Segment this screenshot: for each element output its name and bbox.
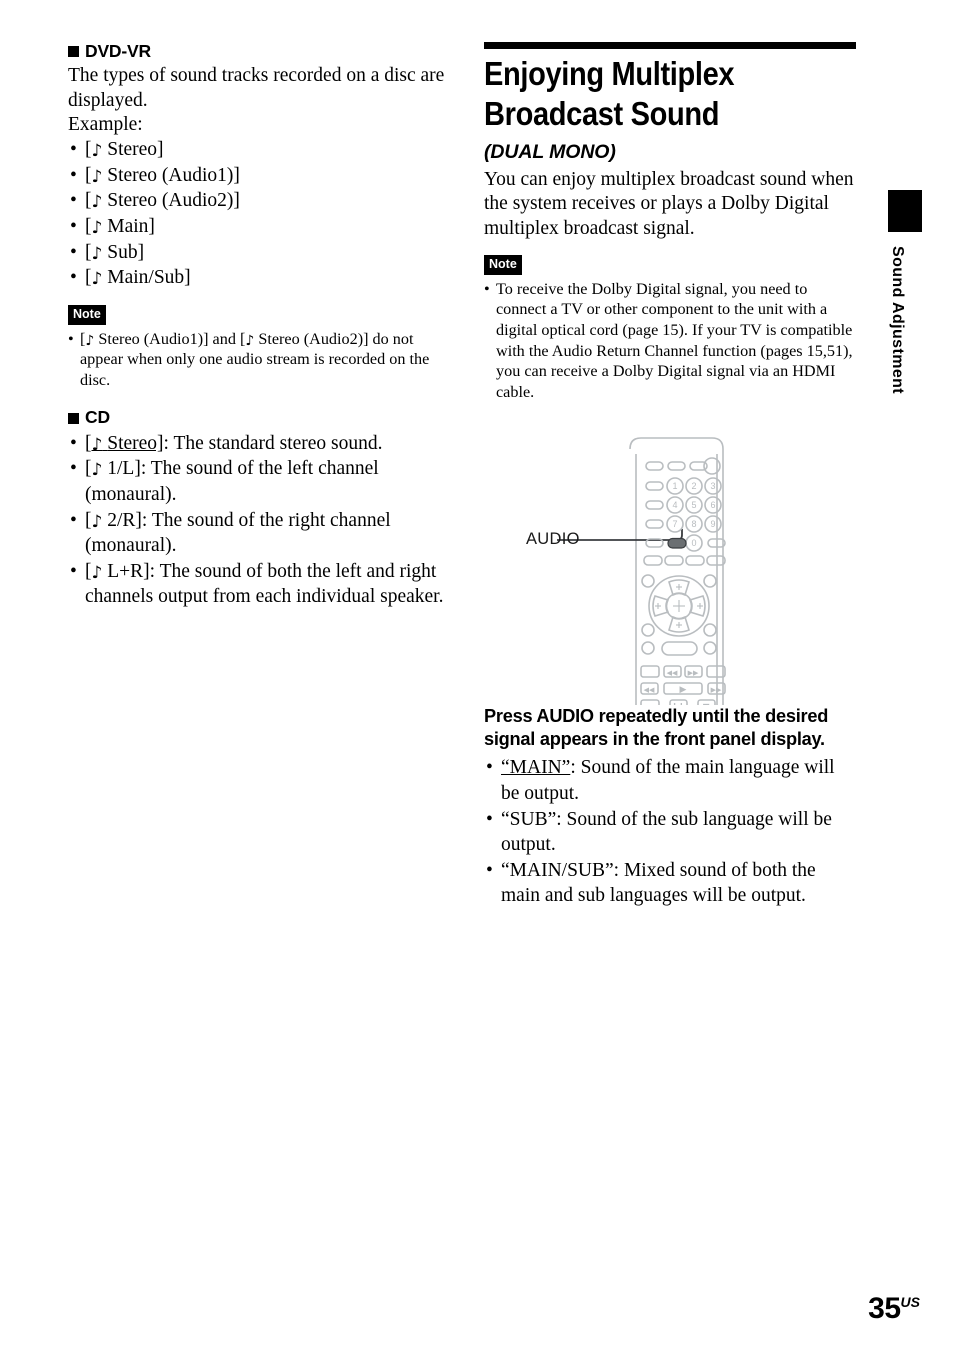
list-item: [♪ Stereo (Audio2)] (68, 188, 450, 214)
list-item: [♪ Stereo] (68, 137, 450, 163)
instruction-options-list: “MAIN”: Sound of the main language will … (484, 755, 856, 909)
list-item-term: “MAIN/SUB” (501, 859, 614, 881)
list-item: [♪ Stereo (Audio1)] and [♪ Stereo (Audio… (68, 329, 450, 391)
cd-sound-track-list: [♪ Stereo]: The standard stereo sound. [… (68, 431, 450, 610)
music-note-icon: ♪ (91, 192, 103, 213)
audio-callout-label: AUDIO (526, 530, 580, 549)
svg-text:0: 0 (691, 538, 696, 548)
right-note-list: To receive the Dolby Digital signal, you… (484, 279, 856, 403)
list-item: “MAIN/SUB”: Mixed sound of both the main… (484, 858, 856, 909)
note-badge: Note (68, 304, 106, 325)
list-item-label: Stereo (Audio1)] (107, 164, 240, 186)
music-note-icon: ♪ (245, 332, 255, 349)
svg-text:▶▶: ▶▶ (688, 669, 699, 677)
list-item-label: Main/Sub] (107, 267, 191, 289)
list-item-label: Main] (107, 215, 155, 237)
music-note-icon: ♪ (91, 166, 103, 187)
instruction-heading: Press AUDIO repeatedly until the desired… (484, 706, 829, 750)
list-item: [♪ 2/R]: The sound of the right channel … (68, 508, 450, 559)
music-note-icon: ♪ (91, 141, 103, 162)
list-item: [♪ Main] (68, 214, 450, 240)
dvdvr-note-list: [♪ Stereo (Audio1)] and [♪ Stereo (Audio… (68, 329, 450, 391)
svg-text:◀◀: ◀◀ (644, 686, 655, 694)
page-number-value: 35 (868, 1292, 901, 1325)
side-tab-marker (888, 190, 922, 232)
music-note-icon: ♪ (91, 217, 103, 238)
list-item-label: Stereo (Audio2)] (107, 190, 240, 212)
svg-text:1: 1 (672, 481, 677, 491)
list-item: [♪ 1/L]: The sound of the left channel (… (68, 456, 450, 507)
dvdvr-example-label: Example: (68, 113, 143, 135)
section-heading-label: DVD-VR (85, 41, 151, 61)
left-column: DVD-VR The types of sound tracks recorde… (68, 41, 450, 610)
square-bullet-icon (68, 46, 79, 58)
list-item-term: [♪ Stereo] (85, 432, 164, 455)
page-title: Enjoying Multiplex Broadcast Sound (484, 55, 735, 132)
section-heading-dvdvr: DVD-VR (68, 41, 450, 61)
title-rule-divider (484, 42, 856, 49)
list-item: [♪ Stereo (Audio1)] (68, 163, 450, 189)
svg-text:3: 3 (710, 481, 715, 491)
svg-text:■: ■ (702, 702, 710, 705)
svg-text:4: 4 (672, 500, 677, 510)
list-item: [♪ Main/Sub] (68, 265, 450, 291)
section-heading-cd: CD (68, 408, 450, 427)
list-item-label: Sub] (107, 241, 145, 263)
list-item: [♪ L+R]: The sound of both the left and … (68, 559, 450, 610)
dvdvr-intro-text: The types of sound tracks recorded on a … (68, 65, 445, 111)
svg-text:▶: ▶ (680, 685, 687, 695)
list-item: [♪ Stereo]: The standard stereo sound. (68, 431, 450, 457)
music-note-icon: ♪ (91, 243, 103, 264)
dvdvr-note-block: Note [♪ Stereo (Audio1)] and [♪ Stereo (… (68, 304, 450, 391)
list-item: “SUB”: Sound of the sub language will be… (484, 807, 856, 858)
svg-text:2: 2 (691, 481, 696, 491)
music-note-icon: ♪ (85, 332, 95, 349)
svg-text:▶▶: ▶▶ (711, 686, 722, 694)
list-item: [♪ Sub] (68, 240, 450, 266)
list-item-label: Stereo] (107, 139, 164, 161)
note-text-mid: Stereo (Audio1)] and [ (98, 329, 246, 348)
right-note-block: Note To receive the Dolby Digital signal… (484, 254, 856, 403)
intro-paragraph: You can enjoy multiplex broadcast sound … (484, 169, 854, 239)
list-item-term: “SUB” (501, 808, 557, 830)
music-note-icon: ♪ (91, 562, 103, 583)
list-item-desc: : The standard stereo sound. (163, 432, 383, 454)
audio-button-highlight (667, 538, 687, 550)
list-item: To receive the Dolby Digital signal, you… (484, 279, 856, 403)
section-heading-label: CD (85, 407, 110, 428)
list-item-term: 1/L] (107, 458, 141, 480)
svg-text:5: 5 (691, 500, 696, 510)
list-item: “MAIN”: Sound of the main language will … (484, 755, 856, 806)
dvdvr-sound-track-list: [♪ Stereo] [♪ Stereo (Audio1)] [♪ Stereo… (68, 137, 450, 291)
side-tab: Sound Adjustment (888, 190, 922, 394)
music-note-icon: ♪ (91, 511, 103, 532)
page-number: 35US (868, 1294, 920, 1324)
list-item-term: “MAIN” (501, 757, 571, 779)
remote-control-figure: AUDIO 1 2 3 4 5 6 7 8 9 0 ◀◀ ▶▶ ◀◀ ▶ ▶▶ (484, 430, 856, 713)
music-note-icon: ♪ (91, 434, 103, 455)
right-column: Enjoying Multiplex Broadcast Sound (DUAL… (484, 42, 856, 909)
side-tab-label: Sound Adjustment (889, 246, 906, 395)
music-note-icon: ♪ (91, 460, 103, 481)
svg-text:❙❙: ❙❙ (671, 702, 684, 705)
svg-text:9: 9 (710, 519, 715, 529)
svg-text:8: 8 (691, 519, 696, 529)
list-item-term: L+R] (107, 560, 150, 582)
page-region-code: US (900, 1294, 920, 1310)
page-subtitle: (DUAL MONO) (484, 141, 616, 163)
note-badge: Note (484, 254, 522, 275)
list-item-term: 2/R] (107, 509, 142, 531)
svg-text:7: 7 (672, 519, 677, 529)
music-note-icon: ♪ (91, 269, 103, 290)
remote-control-illustration: 1 2 3 4 5 6 7 8 9 0 ◀◀ ▶▶ ◀◀ ▶ ▶▶ ❙❙ ■ (557, 437, 726, 713)
svg-text:6: 6 (710, 500, 715, 510)
square-bullet-icon (68, 412, 79, 424)
svg-text:◀◀: ◀◀ (667, 669, 678, 677)
